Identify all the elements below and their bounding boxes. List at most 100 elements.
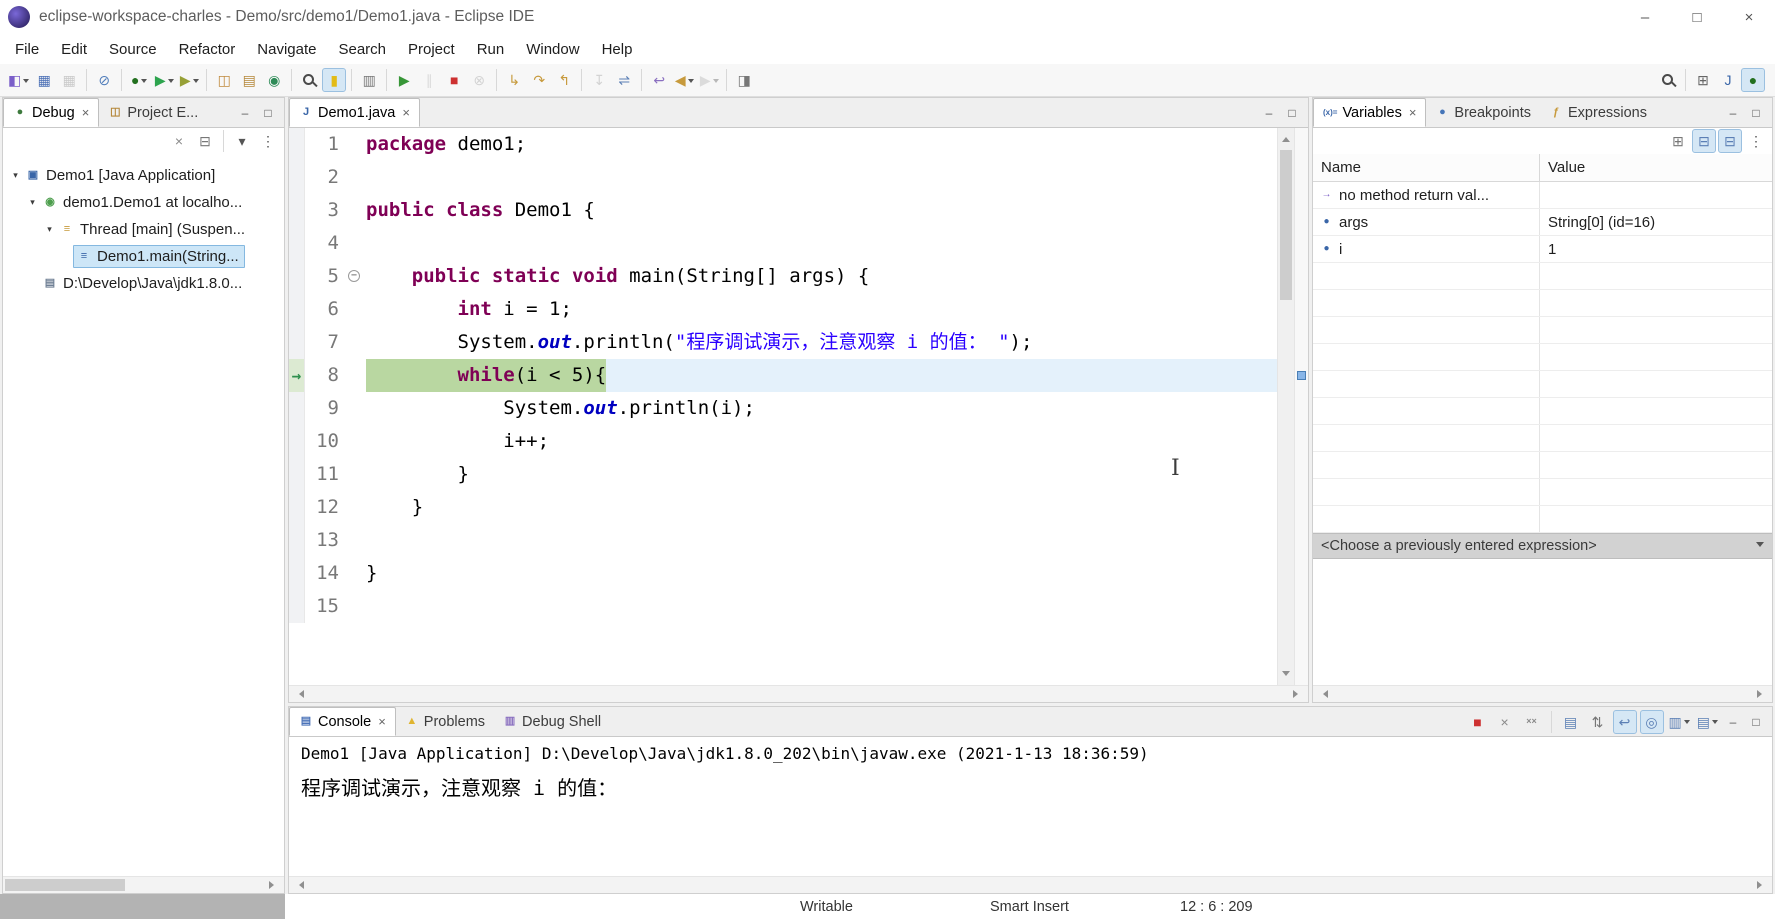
fold-gutter[interactable] xyxy=(345,557,363,590)
code-line[interactable]: 5 public static void main(String[] args)… xyxy=(289,260,1277,293)
dropdown-arrow-icon[interactable] xyxy=(193,79,199,86)
dropdown-arrow-icon[interactable] xyxy=(168,79,174,86)
maximize-button[interactable]: □ xyxy=(1671,0,1723,34)
expander-icon[interactable]: ▾ xyxy=(26,197,39,208)
menu-refactor[interactable]: Refactor xyxy=(168,37,247,62)
code-line[interactable]: 2 xyxy=(289,161,1277,194)
new-class-button[interactable]: ◉ xyxy=(262,68,286,92)
close-icon[interactable]: × xyxy=(378,714,386,729)
code-text[interactable]: System.out.println(i); xyxy=(363,392,1277,425)
console-output-area[interactable]: Demo1 [Java Application] D:\Develop\Java… xyxy=(289,737,1772,876)
code-line[interactable]: 11 } xyxy=(289,458,1277,491)
pin-console-button[interactable]: ◎ xyxy=(1640,710,1664,734)
menu-edit[interactable]: Edit xyxy=(50,37,98,62)
variables-tab-breakpoints[interactable]: ●Breakpoints xyxy=(1426,98,1540,127)
code-line[interactable]: 10 i++; xyxy=(289,425,1277,458)
fold-gutter[interactable] xyxy=(345,293,363,326)
dropdown-arrow-icon[interactable] xyxy=(141,79,147,86)
run-button[interactable]: ▶ xyxy=(152,68,176,92)
scroll-left-icon[interactable] xyxy=(295,881,304,889)
column-header-name[interactable]: Name xyxy=(1313,154,1540,181)
open-perspective-button[interactable]: ⊞ xyxy=(1691,68,1715,92)
code-line[interactable]: →8 while(i < 5){ xyxy=(289,359,1277,392)
open-console-button[interactable]: ▤ xyxy=(1695,710,1720,734)
console-tab-problems[interactable]: ▲Problems xyxy=(396,707,494,736)
code-text[interactable] xyxy=(363,227,1277,260)
menu-project[interactable]: Project xyxy=(397,37,466,62)
minimize-button[interactable]: – xyxy=(1619,0,1671,34)
skip-all-breakpoints-button[interactable]: ⊘ xyxy=(92,68,116,92)
code-line[interactable]: 4 xyxy=(289,227,1277,260)
expander-icon[interactable]: ▾ xyxy=(43,224,56,235)
view-menu-button[interactable]: ⋮ xyxy=(1744,129,1768,153)
breakpoint-gutter[interactable] xyxy=(289,161,305,194)
console-horizontal-scrollbar[interactable] xyxy=(289,876,1772,893)
scroll-lock-button[interactable]: ⇅ xyxy=(1586,710,1610,734)
column-header-value[interactable]: Value xyxy=(1540,154,1585,181)
fold-gutter[interactable] xyxy=(345,590,363,623)
dropdown-arrow-icon[interactable] xyxy=(1712,720,1718,727)
breakpoint-gutter[interactable] xyxy=(289,326,305,359)
menu-search[interactable]: Search xyxy=(327,37,397,62)
new-java-project-button[interactable]: ◫ xyxy=(212,68,236,92)
variable-row[interactable]: →no method return val... xyxy=(1313,182,1772,209)
scroll-left-icon[interactable] xyxy=(295,690,304,698)
code-text[interactable] xyxy=(363,161,1277,194)
remove-all-terminated-button[interactable]: × xyxy=(167,129,191,153)
code-line[interactable]: 13 xyxy=(289,524,1277,557)
clear-console-button[interactable]: ▤ xyxy=(1559,710,1583,734)
code-line[interactable]: 6 int i = 1; xyxy=(289,293,1277,326)
fold-collapse-icon[interactable] xyxy=(348,270,360,282)
java-perspective-button[interactable]: J xyxy=(1716,68,1740,92)
breakpoint-gutter[interactable] xyxy=(289,425,305,458)
close-icon[interactable]: × xyxy=(82,105,90,120)
collapse-all-button[interactable]: ⊟ xyxy=(1718,129,1742,153)
code-line[interactable]: 3public class Demo1 { xyxy=(289,194,1277,227)
terminate-process-button[interactable]: ■ xyxy=(1466,710,1490,734)
new-wizard-button[interactable]: ◧ xyxy=(6,68,31,92)
fold-gutter[interactable] xyxy=(345,392,363,425)
minimize-view-button[interactable]: – xyxy=(1259,103,1279,123)
step-over-button[interactable]: ↷ xyxy=(527,68,551,92)
debug-tab-project-e[interactable]: ◫Project E... xyxy=(99,98,207,127)
remove-all-launches-button[interactable]: ×× xyxy=(1520,710,1544,734)
expander-icon[interactable]: ▾ xyxy=(9,170,22,181)
show-type-names-button[interactable]: ⊞ xyxy=(1666,129,1690,153)
breakpoint-gutter[interactable] xyxy=(289,128,305,161)
terminate-button[interactable]: ■ xyxy=(442,68,466,92)
close-icon[interactable]: × xyxy=(402,105,410,120)
new-package-button[interactable]: ▤ xyxy=(237,68,261,92)
collapse-all-button[interactable]: ⊟ xyxy=(193,129,217,153)
fold-gutter[interactable] xyxy=(345,491,363,524)
menu-navigate[interactable]: Navigate xyxy=(246,37,327,62)
breakpoint-gutter[interactable] xyxy=(289,293,305,326)
scroll-left-icon[interactable] xyxy=(1319,690,1328,698)
mark-occurrences-button[interactable]: ▮ xyxy=(322,68,346,92)
back-button[interactable]: ◀ xyxy=(672,68,696,92)
code-text[interactable]: public class Demo1 { xyxy=(363,194,1277,227)
last-edit-location-button[interactable]: ↩ xyxy=(647,68,671,92)
maximize-view-button[interactable]: □ xyxy=(1746,103,1766,123)
minimize-view-button[interactable]: – xyxy=(1723,103,1743,123)
tree-item[interactable]: ▾≡Thread [main] (Suspen... xyxy=(3,216,284,243)
menu-help[interactable]: Help xyxy=(591,37,644,62)
overview-current-line-marker[interactable] xyxy=(1297,371,1306,380)
remove-launch-button[interactable]: × xyxy=(1493,710,1517,734)
maximize-view-button[interactable]: □ xyxy=(258,103,278,123)
coverage-button[interactable]: ▶ xyxy=(177,68,201,92)
tree-item-content[interactable]: ◉demo1.Demo1 at localho... xyxy=(39,191,248,214)
code-text[interactable]: } xyxy=(363,458,1277,491)
debug-horizontal-scrollbar[interactable] xyxy=(3,876,284,893)
code-text[interactable]: i++; xyxy=(363,425,1277,458)
dropdown-arrow-icon[interactable] xyxy=(1684,720,1690,727)
console-tab-debug-shell[interactable]: ▥Debug Shell xyxy=(494,707,610,736)
close-icon[interactable]: × xyxy=(1409,105,1417,120)
scroll-right-icon[interactable] xyxy=(1293,690,1302,698)
code-line[interactable]: 9 System.out.println(i); xyxy=(289,392,1277,425)
fold-gutter[interactable] xyxy=(345,260,363,293)
open-task-button[interactable]: ▥ xyxy=(357,68,381,92)
menu-source[interactable]: Source xyxy=(98,37,168,62)
overview-ruler[interactable] xyxy=(1294,128,1308,685)
debug-tab-debug[interactable]: ●Debug× xyxy=(3,98,99,127)
step-return-button[interactable]: ↰ xyxy=(552,68,576,92)
